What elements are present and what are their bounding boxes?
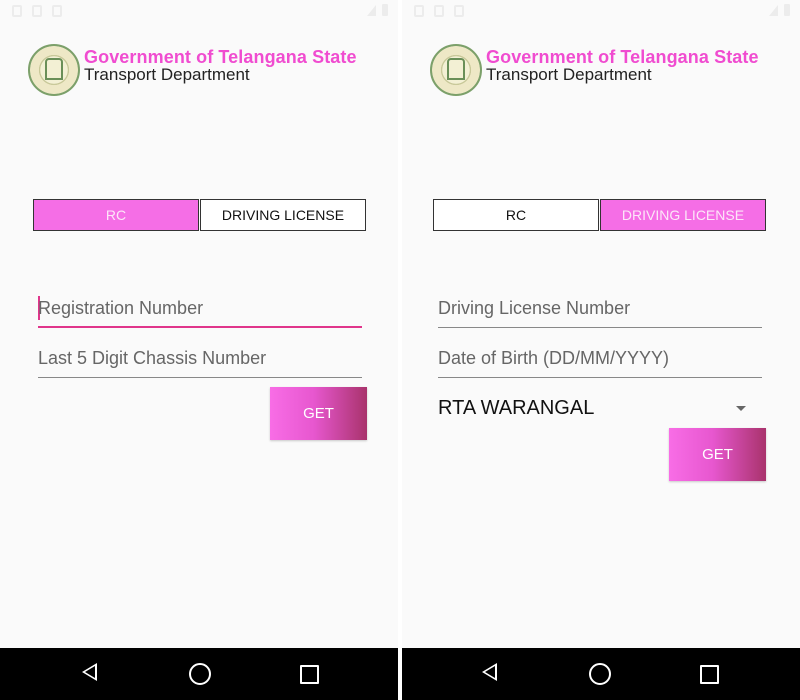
government-title: Government of Telangana State [84,47,357,67]
notification-icon [434,5,444,17]
notification-icon [454,5,464,17]
rta-selected-value: RTA WARANGAL [438,397,595,419]
notification-icon [52,5,62,17]
get-button[interactable]: GET [669,428,766,481]
driving-license-number-placeholder: Driving License Number [438,298,631,318]
tab-rc[interactable]: RC [33,199,199,231]
registration-number-field[interactable]: Registration Number [38,294,362,328]
government-title: Government of Telangana State [486,47,759,67]
rc-screen: Government of Telangana State Transport … [0,0,398,700]
mode-tabs: RC DRIVING LICENSE [33,199,366,231]
department-title: Transport Department [486,65,652,84]
rta-select[interactable]: RTA WARANGAL [438,392,762,426]
date-of-birth-field[interactable]: Date of Birth (DD/MM/YYYY) [438,344,762,378]
tab-driving-license[interactable]: DRIVING LICENSE [600,199,766,231]
telangana-emblem-icon [430,44,482,96]
chevron-down-icon [736,406,746,411]
date-of-birth-placeholder: Date of Birth (DD/MM/YYYY) [438,348,670,368]
back-icon[interactable] [82,663,97,681]
get-button[interactable]: GET [270,387,367,440]
status-bar [402,0,800,24]
tab-driving-license[interactable]: DRIVING LICENSE [200,199,366,231]
chassis-number-field[interactable]: Last 5 Digit Chassis Number [38,344,362,378]
battery-icon [382,4,388,16]
system-status-icons [367,4,388,16]
battery-icon [784,4,790,16]
signal-icon [367,4,376,16]
mode-tabs: RC DRIVING LICENSE [433,199,766,231]
tab-rc[interactable]: RC [433,199,599,231]
telangana-emblem-icon [28,44,80,96]
signal-icon [769,4,778,16]
app-header: Government of Telangana State Transport … [28,44,357,96]
back-icon[interactable] [482,663,497,681]
navigation-bar [0,648,398,700]
recents-icon[interactable] [300,665,319,684]
registration-number-placeholder: Registration Number [38,298,204,318]
notification-icons [414,5,464,17]
home-icon[interactable] [189,663,211,685]
status-bar [0,0,398,24]
notification-icons [12,5,62,17]
notification-icon [414,5,424,17]
department-title: Transport Department [84,65,250,84]
home-icon[interactable] [589,663,611,685]
notification-icon [12,5,22,17]
app-header: Government of Telangana State Transport … [430,44,759,96]
system-status-icons [769,4,790,16]
chassis-number-placeholder: Last 5 Digit Chassis Number [38,348,267,368]
navigation-bar [402,648,800,700]
recents-icon[interactable] [700,665,719,684]
notification-icon [32,5,42,17]
driving-license-screen: Government of Telangana State Transport … [402,0,800,700]
driving-license-number-field[interactable]: Driving License Number [438,294,762,328]
